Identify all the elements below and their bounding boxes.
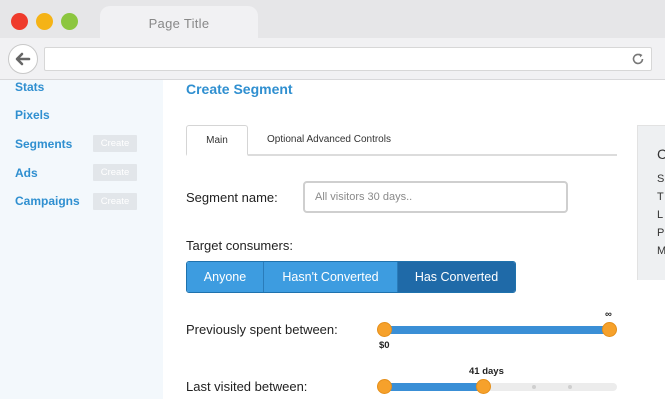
slider-fill: [384, 326, 610, 334]
slider-max-handle[interactable]: [476, 379, 491, 394]
create-campaign-button[interactable]: Create: [93, 193, 137, 210]
page-title: Create Segment: [186, 81, 293, 97]
visited-value: 41 days: [469, 366, 504, 377]
panel-item: S: [657, 173, 665, 185]
tab-main[interactable]: Main: [186, 125, 248, 156]
slider-tick: [532, 385, 536, 389]
sidebar-item-stats[interactable]: Stats: [15, 80, 44, 94]
spent-range-slider[interactable]: [377, 322, 617, 337]
target-has-converted-button[interactable]: Has Converted: [398, 262, 515, 292]
sidebar-item-pixels[interactable]: Pixels: [15, 108, 50, 122]
sidebar: Stats Pixels Segments Create Ads Create …: [0, 80, 163, 399]
last-visited-label: Last visited between:: [186, 379, 308, 394]
reload-icon[interactable]: [631, 52, 645, 66]
panel-item: M: [657, 245, 665, 257]
tab-title: Page Title: [148, 16, 210, 31]
target-hasnt-converted-button[interactable]: Hasn't Converted: [264, 262, 398, 292]
main-content: Create Segment Main Optional Advanced Co…: [163, 80, 665, 399]
segment-name-label: Segment name:: [186, 190, 278, 205]
create-ad-button[interactable]: Create: [93, 164, 137, 181]
maximize-window-button[interactable]: [61, 13, 78, 30]
slider-fill: [384, 383, 484, 391]
tab-bar: Main Optional Advanced Controls: [186, 125, 617, 156]
target-anyone-button[interactable]: Anyone: [187, 262, 264, 292]
target-consumers-label: Target consumers:: [186, 238, 293, 253]
sidebar-item-campaigns[interactable]: Campaigns: [15, 194, 80, 208]
back-button[interactable]: [8, 44, 38, 74]
slider-max-handle[interactable]: [602, 322, 617, 337]
sidebar-item-ads[interactable]: Ads: [15, 166, 38, 180]
slider-min-handle[interactable]: [377, 379, 392, 394]
slider-tick: [568, 385, 572, 389]
right-info-panel: C S T L P M: [637, 125, 665, 280]
panel-item: P: [657, 227, 665, 239]
spent-max-value: ∞: [605, 309, 612, 320]
back-arrow-icon: [15, 52, 31, 66]
panel-item: L: [657, 209, 664, 221]
segment-name-input[interactable]: [303, 181, 568, 213]
panel-title: C: [657, 146, 665, 162]
minimize-window-button[interactable]: [36, 13, 53, 30]
browser-toolbar: [0, 38, 665, 80]
browser-chrome: Page Title: [0, 0, 665, 80]
slider-min-handle[interactable]: [377, 322, 392, 337]
spent-min-value: $0: [379, 340, 390, 351]
close-window-button[interactable]: [11, 13, 28, 30]
create-segment-button[interactable]: Create: [93, 135, 137, 152]
tab-optional-advanced-controls[interactable]: Optional Advanced Controls: [267, 125, 391, 156]
previously-spent-label: Previously spent between:: [186, 322, 338, 337]
visited-range-slider[interactable]: [377, 379, 617, 394]
address-bar[interactable]: [44, 47, 652, 71]
panel-item: T: [657, 191, 664, 203]
target-consumers-segmented-control: Anyone Hasn't Converted Has Converted: [186, 261, 516, 293]
browser-tab[interactable]: Page Title: [100, 6, 258, 38]
sidebar-item-segments[interactable]: Segments: [15, 137, 72, 151]
